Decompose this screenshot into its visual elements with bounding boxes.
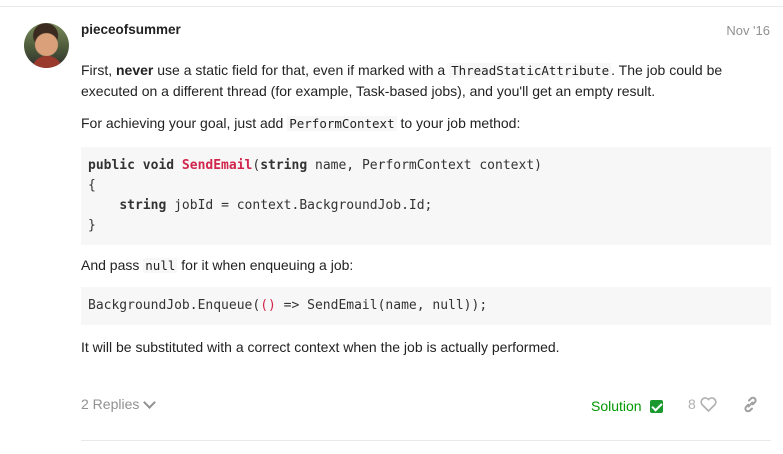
- p1-text-a: First,: [81, 62, 116, 78]
- bottom-divider: [81, 440, 771, 441]
- check-icon: [649, 399, 663, 413]
- p3-text-a: And pass: [81, 257, 144, 273]
- paragraph-4: It will be substituted with a correct co…: [81, 339, 560, 355]
- code-brace-close: }: [88, 218, 96, 233]
- top-divider: [0, 6, 783, 7]
- p1-text-c: use a static field for that, even if mar…: [153, 62, 450, 78]
- code-keyword: string: [260, 158, 308, 173]
- p2-text-a: For achieving your goal, just add: [81, 115, 288, 131]
- code-keyword: string: [119, 198, 167, 213]
- username[interactable]: pieceofsummer: [81, 22, 181, 37]
- inline-code-performcontext: PerformContext: [287, 116, 397, 131]
- code-text: jobId = context.BackgroundJob.Id;: [166, 198, 433, 213]
- paragraph-1: First, never use a static field for that…: [81, 60, 771, 101]
- like-button[interactable]: 8: [688, 396, 717, 412]
- solution-label: Solution: [591, 398, 642, 414]
- inline-code-null: null: [143, 258, 178, 273]
- paragraph-2: For achieving your goal, just add Perfor…: [81, 113, 520, 134]
- p1-emphasis: never: [116, 62, 154, 78]
- like-count: 8: [688, 396, 696, 412]
- replies-button[interactable]: 2 Replies: [81, 395, 157, 412]
- code-lambda-parens: (): [260, 298, 276, 313]
- replies-label: 2 Replies: [81, 396, 140, 412]
- avatar-shirt: [32, 56, 62, 68]
- code-text: name, PerformContext context): [307, 158, 542, 173]
- avatar[interactable]: [24, 23, 69, 68]
- code-keyword: public void: [88, 158, 182, 173]
- post-date[interactable]: Nov '16: [726, 23, 770, 38]
- link-icon: [744, 396, 757, 413]
- code-block-method: public void SendEmail(string name, Perfo…: [81, 147, 771, 245]
- paragraph-3: And pass null for it when enqueuing a jo…: [81, 255, 353, 276]
- solution-button[interactable]: Solution: [591, 398, 663, 414]
- code-brace-open: {: [88, 178, 96, 193]
- chevron-down-icon: [143, 395, 157, 409]
- inline-code-threadstatic: ThreadStaticAttribute: [449, 63, 612, 78]
- p3-text-b: for it when enqueuing a job:: [177, 257, 354, 273]
- p2-text-b: to your job method:: [396, 115, 521, 131]
- code-text: BackgroundJob.Enqueue(: [88, 298, 261, 313]
- heart-icon: [700, 396, 717, 412]
- code-text: => SendEmail(name, null));: [275, 298, 488, 313]
- code-block-enqueue: BackgroundJob.Enqueue(() => SendEmail(na…: [81, 287, 771, 325]
- share-link-button[interactable]: [742, 396, 759, 418]
- code-function-name: SendEmail: [181, 158, 253, 173]
